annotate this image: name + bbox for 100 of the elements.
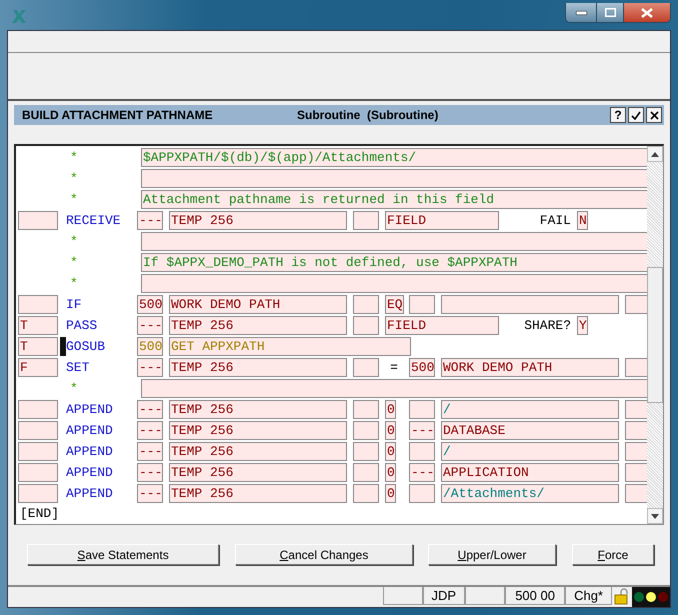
statement-field[interactable]: TEMP 256 [169,463,347,482]
statement-field[interactable] [353,442,379,461]
comment-field[interactable] [141,232,647,251]
statement-field[interactable] [625,463,647,482]
statement-field[interactable]: --- [137,484,163,503]
statement-field[interactable]: WORK DEMO PATH [441,358,619,377]
statement-field[interactable] [409,400,435,419]
statement-field[interactable] [353,316,379,335]
action-button[interactable]: Cancel Changes [235,544,413,565]
statement-field[interactable] [353,295,379,314]
comment-field[interactable] [141,169,647,188]
condition-field[interactable]: T [18,316,58,335]
statement-field[interactable]: EQ [385,295,404,314]
condition-field[interactable]: T [18,337,58,356]
statement-keyword: APPEND [66,465,114,480]
statement-field[interactable]: 500 [409,358,435,377]
action-button[interactable]: Upper/Lower [428,544,556,565]
comment-marker: * [69,192,79,207]
scrollbar[interactable] [647,146,663,524]
statement-field[interactable]: 0 [385,442,396,461]
statement-field[interactable]: 0 [385,421,396,440]
statement-field[interactable]: --- [137,211,163,230]
statement-field[interactable] [409,484,435,503]
statement-field[interactable]: 0 [385,463,396,482]
statement-field[interactable] [409,442,435,461]
condition-field[interactable] [18,421,58,440]
statement-field[interactable]: --- [137,316,163,335]
statement-keyword: RECEIVE [66,213,122,228]
condition-field[interactable] [18,484,58,503]
statement-field[interactable]: 500 [137,295,163,314]
comment-field[interactable] [141,274,647,293]
status-text: 500 00 [505,587,566,605]
condition-field[interactable] [18,463,58,482]
panel-subtitle: Subroutine (Subroutine) [297,108,440,122]
comment-field[interactable] [141,379,647,398]
status-text: Chg* [565,587,612,605]
statement-field[interactable]: --- [137,400,163,419]
statement-field[interactable]: --- [137,421,163,440]
statement-field[interactable] [625,484,647,503]
condition-field[interactable] [18,442,58,461]
up-arrow-icon [651,152,659,156]
statement-field[interactable] [353,211,379,230]
statement-field[interactable] [353,463,379,482]
scroll-down-button[interactable] [647,508,663,524]
statement-field[interactable] [625,442,647,461]
statement-field[interactable]: APPLICATION [441,463,619,482]
statement-field[interactable]: --- [137,463,163,482]
comment-field[interactable]: $APPXPATH/$(db)/$(app)/Attachments/ [141,148,647,167]
close-button[interactable] [623,3,670,22]
action-button[interactable]: Save Statements [27,544,219,565]
statement-field[interactable]: TEMP 256 [169,484,347,503]
statement-field[interactable]: --- [137,442,163,461]
statement-field[interactable]: / [441,442,619,461]
statement-field[interactable]: 0 [385,484,396,503]
statement-field[interactable] [353,484,379,503]
comment-field[interactable]: If $APPX_DEMO_PATH is not defined, use $APPXPATH [141,253,647,272]
statement-field[interactable]: TEMP 256 [169,400,347,419]
statement-keyword: APPEND [66,486,114,501]
action-button[interactable]: Force [572,544,654,565]
statement-field[interactable]: --- [409,463,435,482]
maximize-button[interactable] [596,3,623,22]
statement-field[interactable] [441,295,619,314]
condition-field[interactable] [18,211,58,230]
statement-field[interactable] [625,400,647,419]
statement-field[interactable]: TEMP 256 [169,211,347,230]
condition-field[interactable] [18,295,58,314]
statement-field[interactable] [353,358,379,377]
statement-field[interactable]: /Attachments/ [441,484,619,503]
statement-field[interactable] [409,295,435,314]
statement-field[interactable]: 0 [385,400,396,419]
statement-field[interactable] [625,295,647,314]
confirm-button[interactable] [628,107,644,123]
statement-field[interactable]: --- [137,358,163,377]
statement-field[interactable]: / [441,400,619,419]
minimize-icon [576,10,586,14]
statement-field[interactable]: DATABASE [441,421,619,440]
comment-marker: * [69,381,79,396]
statement-field[interactable]: TEMP 256 [169,316,347,335]
minimize-button[interactable] [566,3,596,22]
statement-field[interactable] [625,358,647,377]
condition-field[interactable]: F [18,358,58,377]
statement-field[interactable]: --- [409,421,435,440]
comment-field[interactable]: Attachment pathname is returned in this field [141,190,647,209]
statement-field[interactable]: FIELD [385,316,499,335]
statement-field[interactable]: N [577,211,588,230]
statement-field[interactable]: WORK DEMO PATH [169,295,347,314]
condition-field[interactable] [18,400,58,419]
statement-field[interactable] [353,400,379,419]
close-button[interactable] [646,107,662,123]
scroll-up-button[interactable] [647,146,663,162]
help-button[interactable]: ? [610,107,626,123]
statement-field[interactable] [625,421,647,440]
statement-field[interactable]: TEMP 256 [169,442,347,461]
statement-field[interactable]: Y [577,316,588,335]
statement-field[interactable]: TEMP 256 [169,358,347,377]
comment-marker: * [69,234,79,249]
statement-field[interactable]: FIELD [385,211,499,230]
statement-field[interactable] [353,421,379,440]
app-logo-icon [11,8,27,24]
statement-field[interactable]: TEMP 256 [169,421,347,440]
